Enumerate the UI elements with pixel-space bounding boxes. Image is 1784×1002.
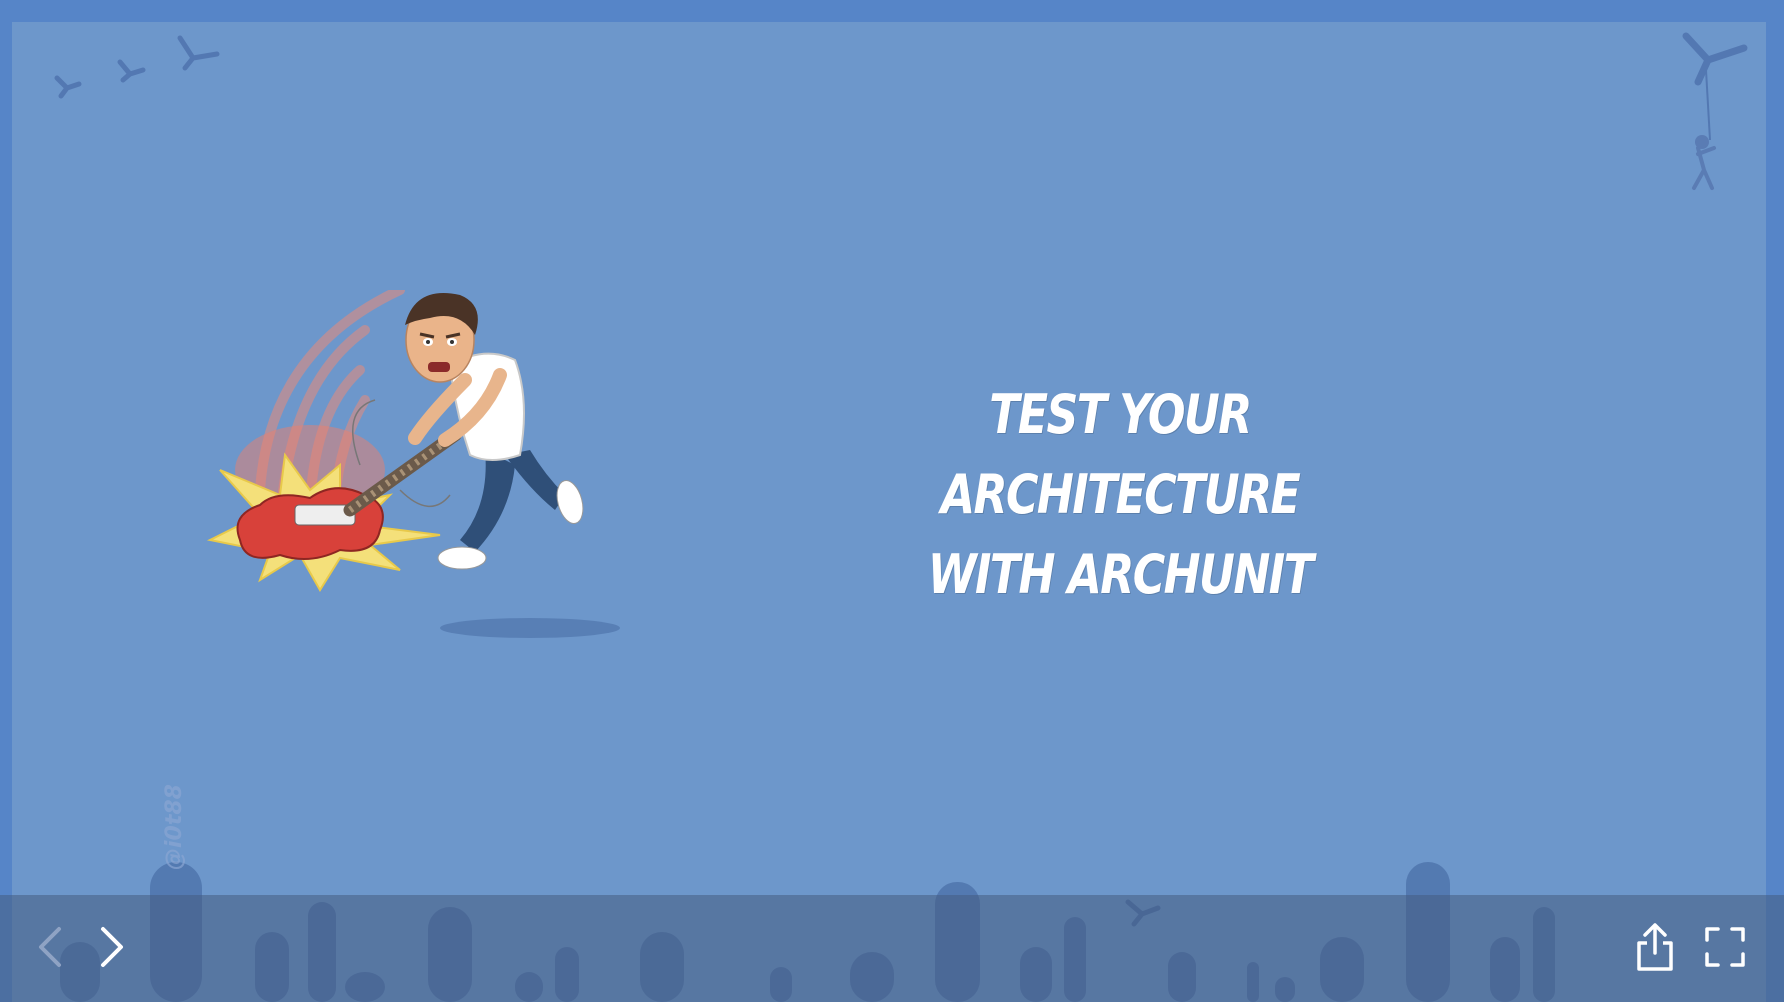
fullscreen-icon (1705, 927, 1745, 967)
presentation-controls-bar (0, 895, 1784, 1002)
bitmoji-smashing-guitar-icon (206, 290, 620, 638)
share-icon (1637, 923, 1673, 971)
slide-frame-right (1766, 0, 1784, 1002)
slide-frame-top (0, 0, 1784, 22)
previous-slide-button[interactable] (30, 917, 70, 977)
chevron-right-icon (101, 927, 123, 967)
next-slide-button[interactable] (92, 917, 132, 977)
presentation-slide: TEST YOUR ARCHITECTURE WITH ARCHUNIT @i0… (0, 0, 1784, 1002)
share-button[interactable] (1630, 917, 1680, 977)
lambda-birds-decoration (54, 35, 220, 99)
author-watermark: @i0t88 (162, 784, 187, 870)
slide-title: TEST YOUR ARCHITECTURE WITH ARCHUNIT (849, 375, 1390, 615)
lambda-hanging-figure-decoration (1682, 32, 1748, 190)
slide-title-line-2: WITH ARCHUNIT (927, 543, 1314, 606)
fullscreen-button[interactable] (1700, 917, 1750, 977)
slide-frame-left (0, 0, 12, 1002)
slide-title-line-1: TEST YOUR ARCHITECTURE (940, 383, 1301, 526)
chevron-left-icon (39, 927, 61, 967)
